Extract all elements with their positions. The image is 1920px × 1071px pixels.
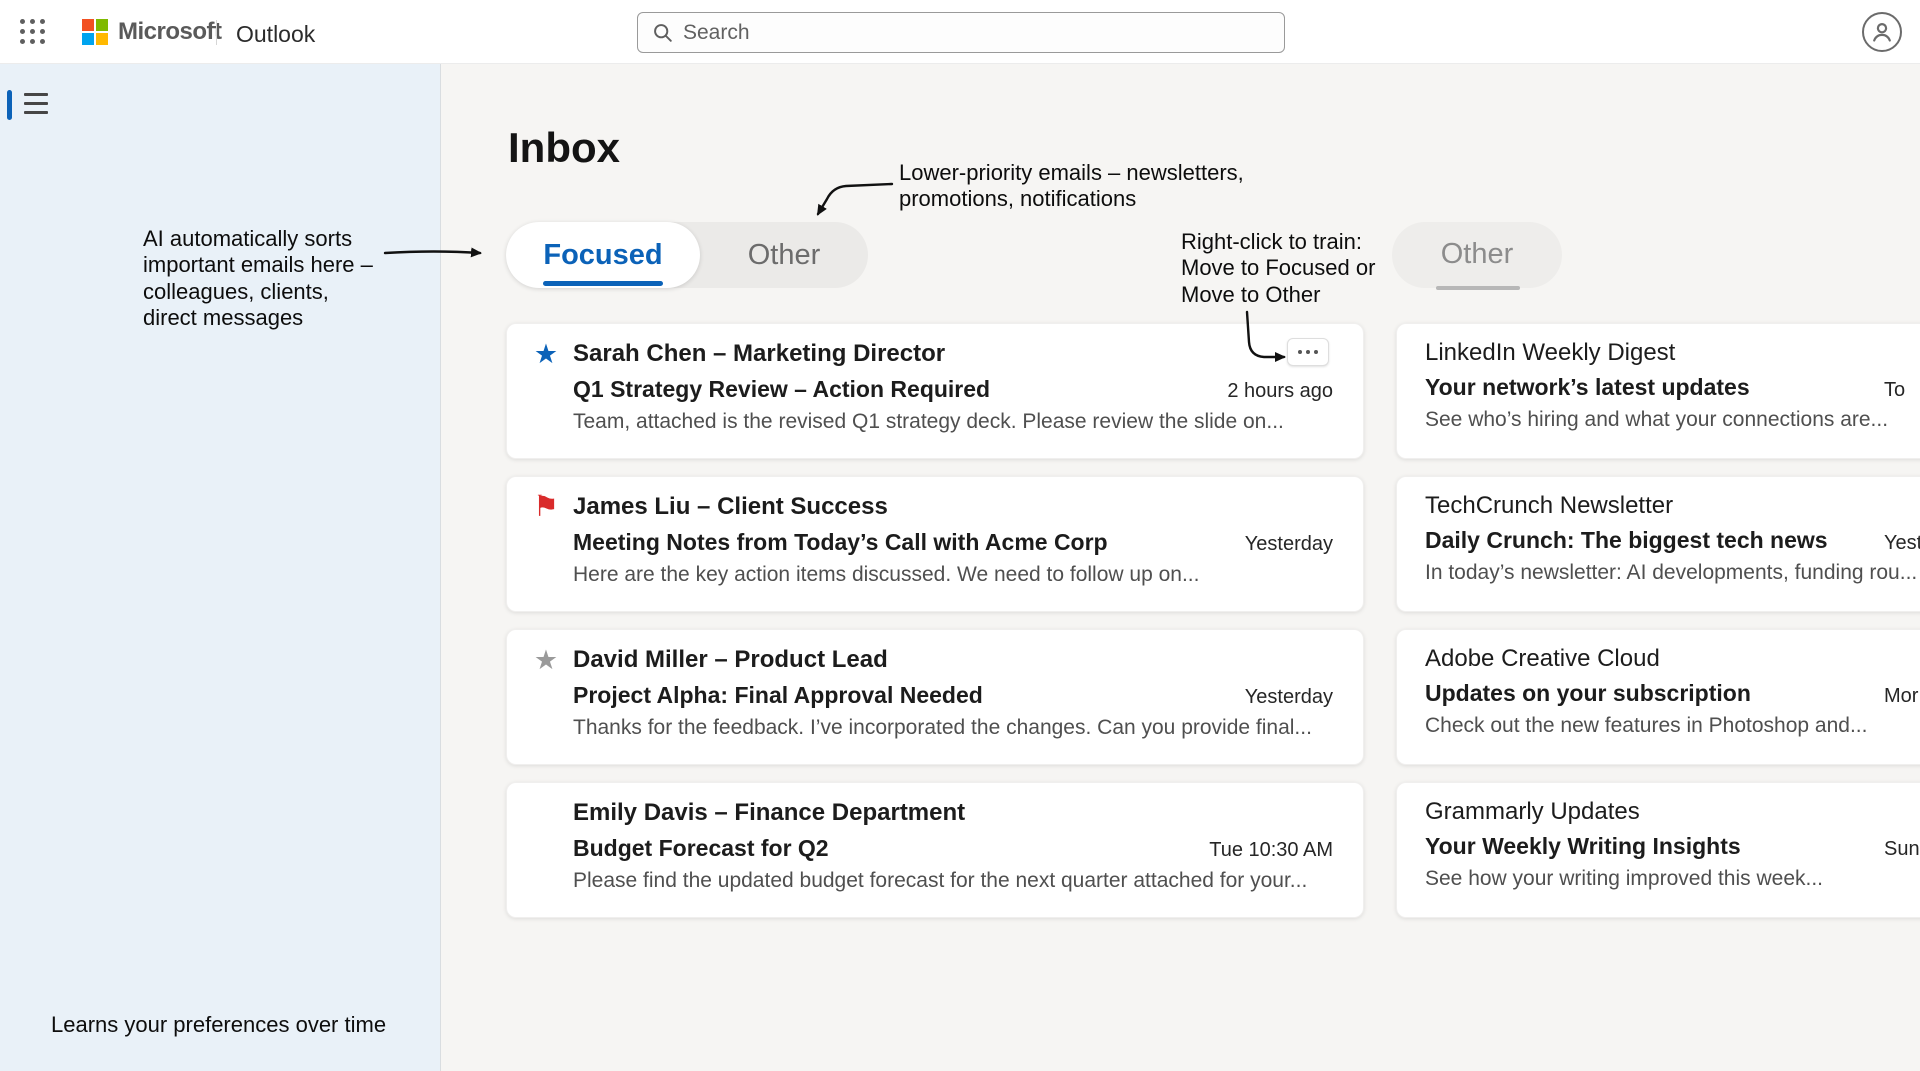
tab-focused[interactable]: Focused — [506, 222, 700, 288]
inbox-tabs: Focused Other — [506, 222, 868, 288]
annotation-focused: AI automatically sorts important emails … — [143, 226, 385, 332]
email-subject: Daily Crunch: The biggest tech news — [1425, 527, 1828, 554]
star-icon[interactable]: ★ — [531, 339, 561, 369]
left-sidebar — [0, 64, 441, 1071]
top-bar: Microsoft Outlook — [0, 0, 1920, 64]
email-time: 2 hours ago — [1227, 380, 1333, 403]
star-icon[interactable]: ★ — [531, 645, 561, 675]
email-sender: David Miller – Product Lead — [573, 646, 888, 674]
email-sender: Sarah Chen – Marketing Director — [573, 340, 945, 368]
email-preview: Please find the updated budget forecast … — [573, 869, 1333, 893]
email-time: Yesterday — [1245, 686, 1333, 709]
page-title: Inbox — [508, 124, 620, 172]
search-input[interactable] — [683, 21, 1284, 45]
arrow-to-other-tab — [818, 184, 892, 214]
tab-other-label: Other — [748, 239, 821, 272]
email-preview: See who’s hiring and what your connectio… — [1425, 408, 1920, 432]
app-name: Outlook — [236, 21, 315, 48]
email-time: Yest — [1884, 532, 1920, 555]
email-subject: Budget Forecast for Q2 — [573, 835, 829, 862]
annotation-train: Right-click to train: Move to Focused or… — [1181, 229, 1396, 308]
email-subject: Meeting Notes from Today’s Call with Acm… — [573, 529, 1108, 556]
other-email-list: LinkedIn Weekly Digest Your network’s la… — [1396, 323, 1920, 918]
no-icon — [531, 798, 561, 828]
annotation-other: Lower-priority emails – newsletters, pro… — [899, 160, 1284, 213]
email-sender: Emily Davis – Finance Department — [573, 799, 965, 827]
person-icon — [1870, 20, 1894, 44]
tab-focused-label: Focused — [543, 239, 662, 272]
email-card[interactable]: ★ Sarah Chen – Marketing Director Q1 Str… — [506, 323, 1364, 459]
search-icon — [652, 22, 673, 43]
app-launcher-icon[interactable] — [20, 19, 46, 45]
email-card[interactable]: LinkedIn Weekly Digest Your network’s la… — [1396, 323, 1920, 459]
email-preview: In today’s newsletter: AI developments, … — [1425, 561, 1920, 585]
microsoft-wordmark: Microsoft — [118, 18, 222, 46]
email-subject: Updates on your subscription — [1425, 680, 1751, 707]
other-column-header[interactable]: Other — [1392, 238, 1562, 271]
email-preview: Here are the key action items discussed.… — [573, 563, 1333, 587]
annotation-learns: Learns your preferences over time — [51, 1012, 451, 1038]
email-sender: James Liu – Client Success — [573, 493, 888, 521]
more-options-button[interactable] — [1287, 338, 1329, 366]
email-card[interactable]: TechCrunch Newsletter Daily Crunch: The … — [1396, 476, 1920, 612]
email-subject: Q1 Strategy Review – Action Required — [573, 376, 990, 403]
focused-email-list: ★ Sarah Chen – Marketing Director Q1 Str… — [506, 323, 1364, 918]
email-preview: Thanks for the feedback. I’ve incorporat… — [573, 716, 1333, 740]
email-time: Sun — [1884, 838, 1920, 861]
email-card[interactable]: ★ David Miller – Product Lead Project Al… — [506, 629, 1364, 765]
hamburger-menu-icon[interactable] — [24, 93, 48, 120]
email-time: Yesterday — [1245, 533, 1333, 556]
sidebar-accent-bar — [7, 90, 12, 120]
email-time: To — [1884, 379, 1905, 402]
email-card[interactable]: Adobe Creative Cloud Updates on your sub… — [1396, 629, 1920, 765]
email-subject: Your network’s latest updates — [1425, 374, 1750, 401]
email-subject: Project Alpha: Final Approval Needed — [573, 682, 983, 709]
tab-focused-underline — [543, 281, 663, 286]
search-bar[interactable] — [637, 12, 1285, 53]
email-sender: LinkedIn Weekly Digest — [1425, 339, 1675, 367]
email-subject: Your Weekly Writing Insights — [1425, 833, 1741, 860]
microsoft-logo[interactable]: Microsoft — [82, 18, 222, 46]
microsoft-squares-icon — [82, 19, 108, 45]
email-preview: Team, attached is the revised Q1 strateg… — [573, 410, 1333, 434]
email-time: Tue 10:30 AM — [1209, 839, 1333, 862]
email-card[interactable]: ⚑ James Liu – Client Success Meeting Not… — [506, 476, 1364, 612]
topbar-divider — [216, 20, 217, 45]
email-preview: See how your writing improved this week.… — [1425, 867, 1920, 891]
flag-icon[interactable]: ⚑ — [531, 492, 561, 522]
email-sender: Adobe Creative Cloud — [1425, 645, 1660, 673]
other-column-underline — [1436, 286, 1520, 290]
email-preview: Check out the new features in Photoshop … — [1425, 714, 1920, 738]
email-card[interactable]: Grammarly Updates Your Weekly Writing In… — [1396, 782, 1920, 918]
email-card[interactable]: Emily Davis – Finance Department Budget … — [506, 782, 1364, 918]
email-sender: Grammarly Updates — [1425, 798, 1640, 826]
email-time: Mor — [1884, 685, 1918, 708]
email-sender: TechCrunch Newsletter — [1425, 492, 1673, 520]
account-button[interactable] — [1862, 12, 1902, 52]
tab-other[interactable]: Other — [700, 222, 868, 288]
